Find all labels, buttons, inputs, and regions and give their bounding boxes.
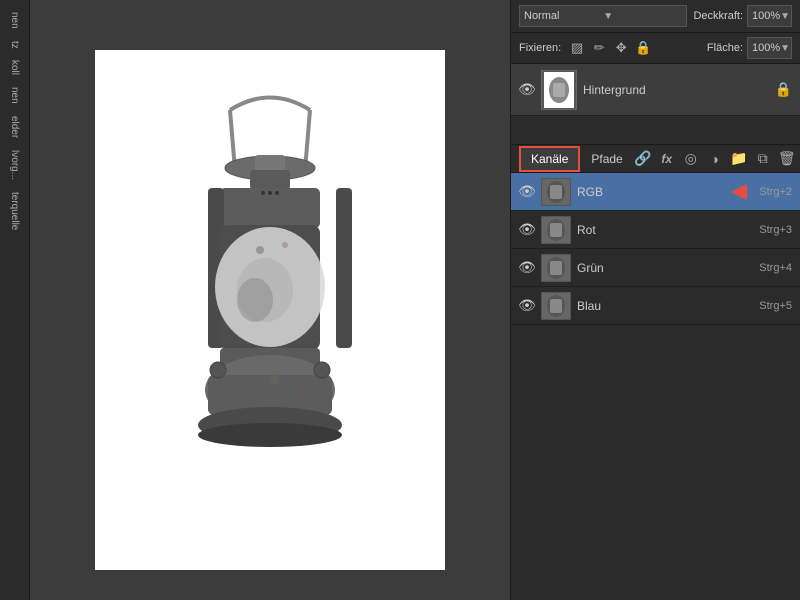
flaeche-value-text: 100%	[752, 42, 780, 54]
sidebar-item-0[interactable]: nen	[7, 8, 22, 33]
chain-icon[interactable]: 🔗	[634, 150, 652, 168]
layer-thumbnail	[541, 70, 577, 110]
channels-list: 👁 RGB Strg+2 👁	[511, 173, 800, 325]
channel-item-rot[interactable]: 👁 Rot Strg+3	[511, 211, 800, 249]
flaeche-value[interactable]: 100% ▼	[747, 37, 792, 59]
channel-rgb-shortcut: Strg+2	[759, 186, 792, 198]
channel-blau-eye-icon[interactable]: 👁	[519, 298, 535, 314]
channel-blau-name: Blau	[577, 299, 753, 313]
lantern-image	[95, 50, 445, 570]
blend-mode-row: Normal ▼ Deckkraft: 100% ▼	[511, 0, 800, 33]
layer-lock-icon: 🔒	[775, 81, 792, 98]
fixieren-label: Fixieren:	[519, 42, 561, 54]
opacity-chevron: ▼	[780, 11, 790, 22]
sidebar-item-2[interactable]: koll	[7, 56, 22, 79]
channel-gruen-shortcut: Strg+4	[759, 262, 792, 274]
layer-name: Hintergrund	[583, 83, 769, 97]
sidebar-item-1[interactable]: tz	[7, 37, 22, 53]
circle-icon[interactable]: ◎	[682, 150, 700, 168]
left-sidebar: nen tz koll nen elder lvorg... terquelle	[0, 0, 30, 600]
channel-rot-eye-icon[interactable]: 👁	[519, 222, 535, 238]
channel-gruen-eye-icon[interactable]: 👁	[519, 260, 535, 276]
right-panel: Normal ▼ Deckkraft: 100% ▼ Fixieren: ▨ ✏…	[510, 0, 800, 600]
channel-gruen-name: Grün	[577, 261, 753, 275]
channel-rgb-eye-icon[interactable]: 👁	[519, 184, 535, 200]
channels-tabs-bar: Kanäle Pfade 🔗 fx ◎ ◑ 📁 ⧉ 🗑	[511, 145, 800, 173]
channel-item-gruen[interactable]: 👁 Grün Strg+4	[511, 249, 800, 287]
paths-tab-label: Pfade	[591, 152, 622, 166]
opacity-value-text: 100%	[752, 10, 780, 22]
canvas-area	[30, 0, 510, 600]
channel-rot-thumb	[541, 216, 571, 244]
sidebar-item-5[interactable]: lvorg...	[7, 146, 22, 184]
channel-rgb-name: RGB	[577, 185, 725, 199]
bottom-panel: Kanäle Pfade 🔗 fx ◎ ◑ 📁 ⧉ 🗑 👁	[511, 144, 800, 325]
red-arrow-indicator	[731, 184, 747, 200]
channel-blau-thumb	[541, 292, 571, 320]
channels-tab-label: Kanäle	[531, 152, 568, 166]
blend-mode-label: Normal	[524, 10, 603, 22]
channel-item-rgb[interactable]: 👁 RGB Strg+2	[511, 173, 800, 211]
channel-rot-shortcut: Strg+3	[759, 224, 792, 236]
fixieren-row: Fixieren: ▨ ✏ ✥ 🔒 Fläche: 100% ▼	[511, 33, 800, 64]
trash-icon[interactable]: 🗑	[778, 150, 796, 168]
flaeche-chevron: ▼	[780, 43, 790, 54]
layers-area[interactable]: 👁 Hintergrund 🔒	[511, 64, 800, 144]
fix-checkerboard-icon[interactable]: ▨	[569, 40, 585, 56]
tab-paths[interactable]: Pfade	[580, 147, 633, 171]
copy-icon[interactable]: ⧉	[754, 150, 772, 168]
flaeche-label: Fläche:	[707, 42, 743, 54]
sidebar-item-3[interactable]: nen	[7, 83, 22, 108]
blend-mode-chevron: ▼	[603, 11, 682, 22]
flaeche-control: Fläche: 100% ▼	[707, 37, 792, 59]
layer-visibility-icon[interactable]: 👁	[519, 82, 535, 98]
opacity-label: Deckkraft:	[693, 10, 743, 22]
fix-move-icon[interactable]: ✥	[613, 40, 629, 56]
halftone-icon[interactable]: ◑	[706, 150, 724, 168]
blend-mode-select[interactable]: Normal ▼	[519, 5, 687, 27]
channel-rot-name: Rot	[577, 223, 753, 237]
sidebar-item-4[interactable]: elder	[7, 112, 22, 142]
canvas-container	[95, 50, 445, 570]
channel-blau-shortcut: Strg+5	[759, 300, 792, 312]
opacity-value[interactable]: 100% ▼	[747, 5, 792, 27]
opacity-control: Deckkraft: 100% ▼	[693, 5, 792, 27]
layer-item[interactable]: 👁 Hintergrund 🔒	[511, 64, 800, 116]
channel-rgb-thumb	[541, 178, 571, 206]
channel-gruen-thumb	[541, 254, 571, 282]
folder-icon[interactable]: 📁	[730, 150, 748, 168]
fix-icons: ▨ ✏ ✥ 🔒	[569, 40, 651, 56]
fix-pencil-icon[interactable]: ✏	[591, 40, 607, 56]
tab-channels[interactable]: Kanäle	[519, 146, 580, 172]
fx-icon[interactable]: fx	[658, 150, 676, 168]
sidebar-item-6[interactable]: terquelle	[7, 188, 22, 234]
fix-lock-icon[interactable]: 🔒	[635, 40, 651, 56]
channel-item-blau[interactable]: 👁 Blau Strg+5	[511, 287, 800, 325]
lantern-svg	[130, 80, 410, 540]
